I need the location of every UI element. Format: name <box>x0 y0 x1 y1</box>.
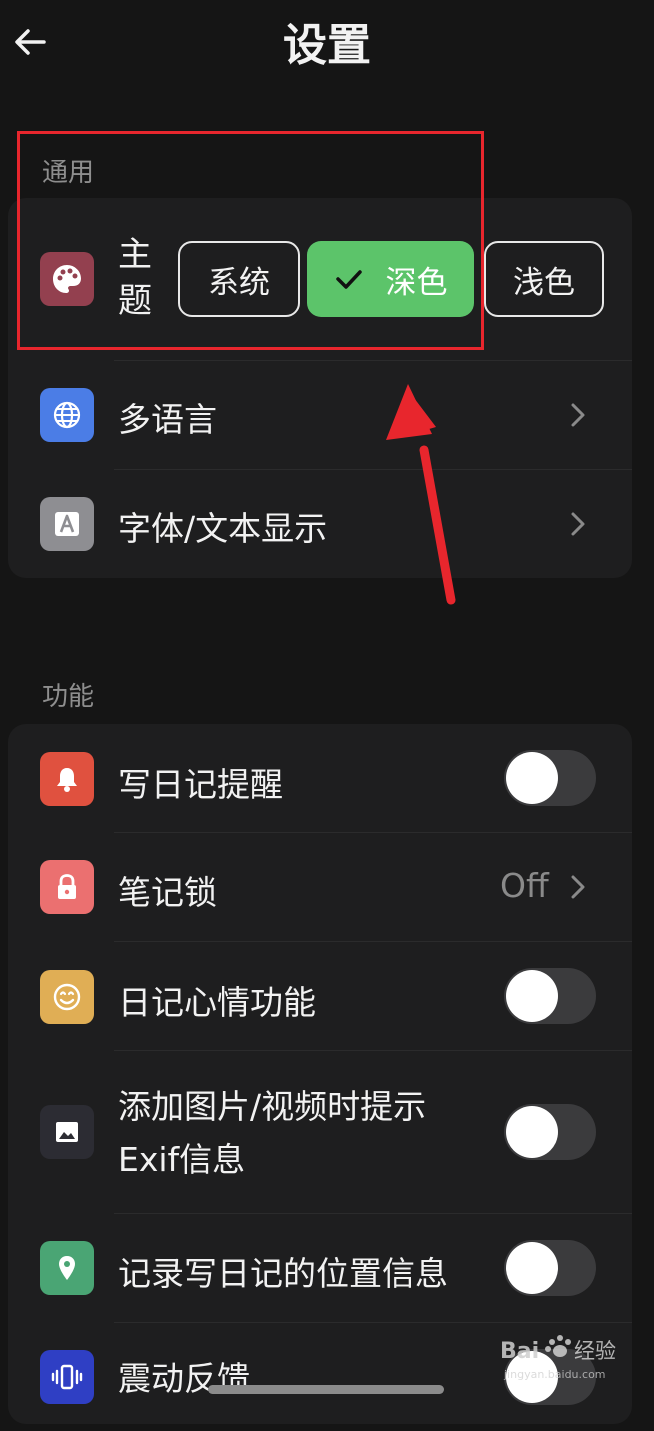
exif-prompt-row: 添加图片/视频时提示 Exif信息 <box>8 1051 632 1213</box>
smiley-icon <box>40 970 94 1024</box>
home-indicator <box>208 1385 444 1394</box>
annotation-arrow-icon <box>386 384 456 605</box>
toggle-knob <box>506 1242 558 1294</box>
location-toggle[interactable] <box>504 1240 596 1296</box>
language-row[interactable]: 多语言 <box>8 361 632 469</box>
annotation-highlight-box <box>17 131 484 350</box>
language-label: 多语言 <box>118 400 217 439</box>
toggle-knob <box>506 970 558 1022</box>
chevron-right-icon[interactable] <box>568 873 588 901</box>
vibration-icon <box>40 1350 94 1404</box>
diary-reminder-label: 写日记提醒 <box>118 765 283 804</box>
chevron-right-icon[interactable] <box>568 510 588 538</box>
location-pin-icon <box>40 1241 94 1295</box>
page-title: 设置 <box>283 20 371 71</box>
lock-icon <box>40 860 94 914</box>
chevron-right-icon[interactable] <box>568 401 588 429</box>
section-label-features: 功能 <box>42 682 95 712</box>
font-icon <box>40 497 94 551</box>
diary-reminder-row: 写日记提醒 <box>8 724 632 832</box>
globe-icon <box>40 388 94 442</box>
theme-option-light[interactable]: 浅色 <box>484 241 604 317</box>
location-row: 记录写日记的位置信息 <box>8 1214 632 1322</box>
image-icon <box>40 1105 94 1159</box>
note-lock-label: 笔记锁 <box>118 873 217 912</box>
toggle-knob <box>506 752 558 804</box>
font-label: 字体/文本显示 <box>118 509 328 548</box>
toggle-knob <box>506 1106 558 1158</box>
header: 设置 <box>0 0 654 100</box>
diary-mood-toggle[interactable] <box>504 968 596 1024</box>
svg-text:Bai: Bai <box>500 1339 539 1364</box>
features-card: 写日记提醒 笔记锁 Off 日记心情功能 添加图片/视频时提示 Exif信息 记… <box>8 724 632 1424</box>
location-label: 记录写日记的位置信息 <box>118 1254 448 1293</box>
font-row[interactable]: 字体/文本显示 <box>8 470 632 578</box>
diary-mood-row: 日记心情功能 <box>8 942 632 1050</box>
exif-prompt-toggle[interactable] <box>504 1104 596 1160</box>
diary-reminder-toggle[interactable] <box>504 750 596 806</box>
baidu-jingyan-watermark-icon: Bai 经验 jingyan.baidu.com <box>500 1335 616 1381</box>
note-lock-value: Off <box>500 866 549 905</box>
diary-mood-label: 日记心情功能 <box>118 983 316 1022</box>
exif-prompt-label: 添加图片/视频时提示 Exif信息 <box>118 1087 427 1179</box>
svg-text:jingyan.baidu.com: jingyan.baidu.com <box>503 1368 606 1381</box>
svg-text:经验: 经验 <box>574 1339 616 1363</box>
note-lock-row[interactable]: 笔记锁 Off <box>8 833 632 941</box>
bell-icon <box>40 752 94 806</box>
